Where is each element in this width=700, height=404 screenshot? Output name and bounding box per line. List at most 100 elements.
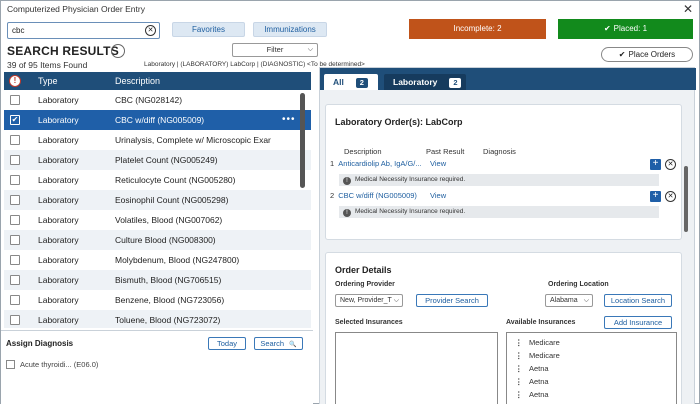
order-tabs: All 2 Laboratory 2 [320,68,696,90]
close-icon[interactable]: ✕ [683,2,693,16]
filter-dropdown[interactable]: Filter ⌵ [232,43,318,57]
table-row[interactable]: Laboratory Bismuth, Blood (NG706515) [4,270,311,290]
order-name-link[interactable]: Anticardiolip Ab, IgA/G/... [338,159,421,168]
tab-laboratory[interactable]: Laboratory 2 [384,74,466,90]
row-checkbox[interactable] [10,275,20,285]
table-row[interactable]: Laboratory Molybdenum, Blood (NG247800) [4,250,311,270]
row-description: Toluene, Blood (NG723072) [115,315,221,325]
more-options-icon[interactable]: ••• [282,110,296,130]
ordering-provider-value: New, Provider_T [340,297,392,304]
favorites-button[interactable]: Favorites [172,22,245,37]
table-row[interactable]: Laboratory Benzene, Blood (NG723056) [4,290,311,310]
today-button[interactable]: Today [208,337,246,350]
add-diagnosis-button[interactable]: + [650,191,661,202]
row-type: Laboratory [38,295,79,305]
incomplete-status-badge[interactable]: Incomplete: 2 [409,19,546,39]
diagnosis-checkbox[interactable] [6,360,15,369]
placed-status-label: Placed: 1 [613,24,648,33]
selected-insurances-list[interactable] [335,332,498,404]
row-checkbox[interactable] [10,215,20,225]
available-insurances-list[interactable]: ⋮ Medicare ⋮ Medicare ⋮ Aetna ⋮ Aetna ⋮ Aetna [506,332,677,404]
remove-order-icon[interactable]: ✕ [665,191,676,202]
results-scrollbar[interactable] [300,93,305,188]
row-type: Laboratory [38,115,79,125]
location-search-button[interactable]: Location Search [604,294,672,307]
order-panel-scrollbar[interactable] [684,166,688,232]
drag-handle-icon[interactable]: ⋮ [515,338,523,347]
table-row[interactable]: Laboratory Culture Blood (NG008300) [4,230,311,250]
add-diagnosis-button[interactable]: + [650,159,661,170]
row-checkbox[interactable] [10,95,20,105]
add-insurance-button[interactable]: Add Insurance [604,316,672,329]
table-body: Laboratory CBC (NG028142) ✔ Laboratory CBC w… [4,90,311,328]
ordering-location-select[interactable]: Alabama ⌵ [545,294,593,307]
insurance-notice: ! Medical Necessity Insurance required. [339,174,659,186]
row-checkbox[interactable] [10,135,20,145]
drag-handle-icon[interactable]: ⋮ [515,377,523,386]
row-checkbox[interactable] [10,175,20,185]
chevron-down-icon: ⌵ [393,297,399,304]
table-row[interactable]: Laboratory Platelet Count (NG005249) [4,150,311,170]
column-header-diagnosis: Diagnosis [483,147,516,156]
insurance-item[interactable]: ⋮ Aetna [515,377,549,386]
row-checkbox[interactable] [10,295,20,305]
column-header-description[interactable]: Description [115,72,160,90]
insurance-item[interactable]: ⋮ Aetna [515,390,549,399]
clear-search-icon[interactable]: ✕ [145,25,156,36]
table-row[interactable]: Laboratory Reticulocyte Count (NG005280) [4,170,311,190]
row-description: Culture Blood (NG008300) [115,235,216,245]
search-input-value: cbc [12,26,25,35]
order-name-link[interactable]: CBC w/diff (NG005009) [338,191,417,200]
row-checkbox[interactable] [10,155,20,165]
row-checkbox[interactable] [10,195,20,205]
table-row[interactable]: Laboratory Toluene, Blood (NG723072) [4,310,311,328]
row-type: Laboratory [38,155,79,165]
row-checkbox[interactable] [10,255,20,265]
diagnosis-search-button[interactable]: Search 🔍 [254,337,303,350]
row-checkbox[interactable]: ✔ [10,115,20,125]
column-header-description: Description [344,147,382,156]
insurance-item[interactable]: ⋮ Aetna [515,364,549,373]
incomplete-status-label: Incomplete: 2 [453,24,502,33]
table-row[interactable]: Laboratory Eosinophil Count (NG005298) [4,190,311,210]
notice-text: Medical Necessity Insurance required. [355,208,466,215]
place-orders-label: Place Orders [628,50,676,59]
row-checkbox[interactable] [10,235,20,245]
immunizations-button[interactable]: Immunizations [253,22,327,37]
assign-diagnosis-panel: Assign Diagnosis Today Search 🔍 Acute th… [1,330,313,404]
order-index: 2 [330,191,335,200]
past-result-view-link[interactable]: View [430,191,446,200]
provider-search-button[interactable]: Provider Search [416,294,488,307]
order-index: 1 [330,159,335,168]
insurance-item[interactable]: ⋮ Medicare [515,351,560,360]
row-type: Laboratory [38,275,79,285]
drag-handle-icon[interactable]: ⋮ [515,390,523,399]
table-row[interactable]: Laboratory CBC (NG028142) [4,90,311,110]
tab-all[interactable]: All 2 [324,74,378,90]
table-row[interactable]: Laboratory Urinalysis, Complete w/ Micros… [4,130,311,150]
table-row[interactable]: Laboratory Volatiles, Blood (NG007062) [4,210,311,230]
ordering-location-label: Ordering Location [548,281,609,288]
insurance-name: Aetna [529,377,549,386]
check-icon: ✔ [603,24,611,33]
search-input[interactable]: cbc ✕ [7,22,160,39]
drag-handle-icon[interactable]: ⋮ [515,364,523,373]
past-result-view-link[interactable]: View [430,159,446,168]
results-table: ! Type Description Laboratory CBC (NG0281… [4,72,311,328]
ordering-provider-select[interactable]: New, Provider_T ⌵ [335,294,403,307]
insurance-notice: ! Medical Necessity Insurance required. [339,206,659,218]
alert-icon: ! [9,75,21,87]
assign-diagnosis-title: Assign Diagnosis [6,339,74,348]
diagnosis-item[interactable]: Acute thyroidi... (E06.0) [6,360,98,369]
row-checkbox[interactable] [10,315,20,325]
column-header-type[interactable]: Type [38,72,58,90]
chevron-down-icon: ⌵ [307,46,313,53]
insurance-item[interactable]: ⋮ Medicare [515,338,560,347]
row-description: CBC w/diff (NG005009) [115,115,205,125]
placed-status-badge[interactable]: ✔ Placed: 1 [558,19,693,39]
ordering-location-value: Alabama [550,297,578,304]
place-orders-button[interactable]: ✔ Place Orders [601,47,693,62]
drag-handle-icon[interactable]: ⋮ [515,351,523,360]
table-row[interactable]: ✔ Laboratory CBC w/diff (NG005009) ••• [4,110,311,130]
remove-order-icon[interactable]: ✕ [665,159,676,170]
